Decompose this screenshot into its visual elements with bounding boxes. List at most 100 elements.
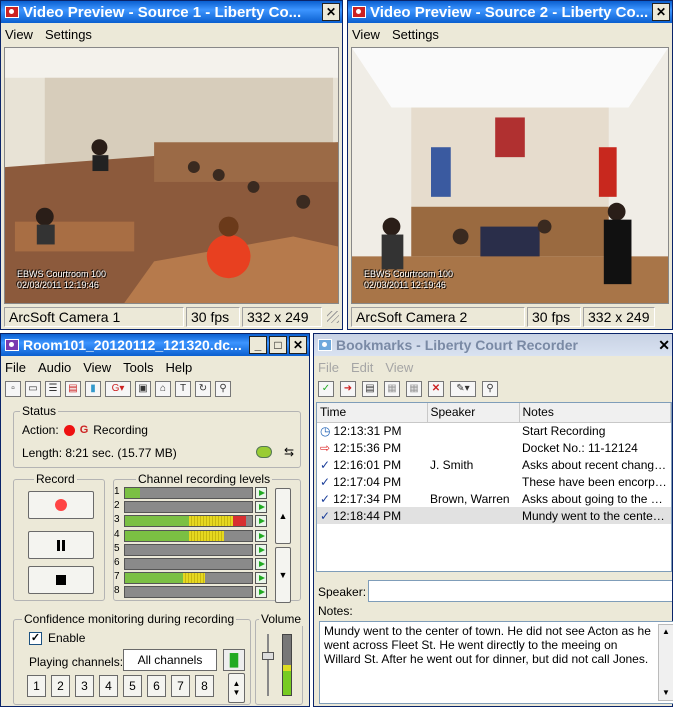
edit-pen-icon[interactable]: ✎▾ [450, 381, 476, 397]
channel-button-8[interactable]: 8 [195, 675, 214, 697]
playing-channels-select[interactable]: All channels [123, 649, 217, 671]
table-header: Time Speaker Notes [317, 403, 671, 423]
enable-checkbox[interactable]: ✓ [29, 631, 42, 645]
table-row[interactable]: ✓ 12:17:34 PM Brown, Warren Asks about goin… [317, 490, 671, 507]
open-folder-icon[interactable]: ▭ [25, 381, 41, 397]
channel-button-4[interactable]: 4 [99, 675, 118, 697]
menu-settings[interactable]: Settings [392, 27, 439, 42]
menu-file[interactable]: File [318, 360, 339, 375]
channel-button-6[interactable]: 6 [147, 675, 166, 697]
source-2-titlebar[interactable]: Video Preview - Source 2 - Liberty Co...… [348, 1, 672, 23]
channel-meter-icon[interactable]: ▐▌ [223, 649, 245, 671]
channel-button-7[interactable]: 7 [171, 675, 190, 697]
menu-view[interactable]: View [83, 360, 111, 375]
menu-view[interactable]: View [352, 27, 380, 42]
network-icon[interactable]: ⌂ [155, 381, 171, 397]
source-2-close-button[interactable]: ✕ [652, 3, 670, 21]
menu-audio[interactable]: Audio [38, 360, 71, 375]
find-icon[interactable]: ⚲ [482, 381, 498, 397]
menu-edit[interactable]: Edit [351, 360, 373, 375]
channel-button-2[interactable]: 2 [51, 675, 70, 697]
channel-button-5[interactable]: 5 [123, 675, 142, 697]
insert-bookmark-icon[interactable]: ➜ [340, 381, 356, 397]
action-label: Action: [22, 423, 59, 437]
properties-icon[interactable]: ☰ [45, 381, 61, 397]
level-fill [232, 516, 246, 527]
stop-button[interactable] [28, 566, 94, 594]
arrow-icon: ⇨ [320, 440, 331, 455]
check-icon: ✓ [320, 508, 331, 523]
bookmark-icon[interactable]: ▮ [85, 381, 101, 397]
level-bar [124, 586, 253, 599]
notes-textarea[interactable]: Mundy went to the center of town. He did… [319, 621, 673, 704]
volume-slider[interactable] [262, 634, 274, 696]
table-row[interactable]: ✓ 12:16:01 PM J. Smith Asks about recent ch… [317, 456, 671, 473]
resize-grip-icon[interactable] [327, 311, 339, 323]
menu-view[interactable]: View [5, 27, 33, 42]
play-channel-icon[interactable] [255, 515, 267, 528]
scroll-down-button[interactable]: ▼ [275, 547, 291, 603]
scroll-up-button[interactable]: ▲ [275, 488, 291, 544]
play-channel-icon[interactable] [255, 501, 267, 514]
record-status-icon: G [79, 424, 89, 436]
record-button[interactable] [28, 491, 94, 519]
maximize-button[interactable]: □ [269, 336, 287, 354]
play-channel-icon[interactable] [255, 558, 267, 570]
table-row[interactable]: ✓ 12:17:04 PM These have been encorpo... [317, 473, 671, 490]
table-row[interactable]: ⇨ 12:15:36 PM Docket No.: 11-12124 [317, 439, 671, 456]
menu-help[interactable]: Help [166, 360, 193, 375]
level-fill [183, 573, 205, 584]
bookmarks-titlebar[interactable]: Bookmarks - Liberty Court Recorder ✕ [314, 334, 672, 356]
play-channel-icon[interactable] [255, 572, 267, 585]
notes-scrollbar[interactable]: ▲ ▼ [658, 624, 673, 701]
monitor-icon[interactable]: ▣ [135, 381, 151, 397]
play-channel-icon[interactable] [255, 586, 267, 599]
sync-icon[interactable] [256, 446, 272, 458]
copy-icon[interactable]: ▤ [362, 381, 378, 397]
pause-button[interactable] [28, 531, 94, 559]
source-1-close-button[interactable]: ✕ [322, 3, 340, 21]
export-icon[interactable]: ▦ [406, 381, 422, 397]
column-time[interactable]: Time [317, 403, 428, 423]
video-overlay-2: EBWS Courtroom 100 02/03/2011 12:19:46 [364, 269, 453, 291]
add-bookmark-icon[interactable]: ✓ [318, 381, 334, 397]
bookmarks-close-button[interactable]: ✕ [658, 337, 670, 354]
column-notes[interactable]: Notes [519, 403, 671, 423]
time-text: 12:17:04 PM [333, 474, 402, 489]
menu-tools[interactable]: Tools [123, 360, 153, 375]
refresh-icon[interactable]: ↻ [195, 381, 211, 397]
play-channel-icon[interactable] [255, 543, 267, 556]
search-icon[interactable]: ⚲ [215, 381, 231, 397]
speaker-cell [427, 507, 519, 524]
scroll-up-arrow-icon[interactable]: ▲ [659, 625, 673, 639]
delete-icon[interactable]: ✕ [428, 381, 444, 397]
play-channel-icon[interactable] [255, 529, 267, 542]
channel-button-1[interactable]: 1 [27, 675, 46, 697]
import-icon[interactable]: ▦ [384, 381, 400, 397]
menu-file[interactable]: File [5, 360, 26, 375]
play-channel-icon[interactable] [255, 487, 267, 499]
channel-meter-1: 1 [114, 486, 267, 499]
text-icon[interactable]: T [175, 381, 191, 397]
source-1-titlebar[interactable]: Video Preview - Source 1 - Liberty Co...… [1, 1, 342, 23]
bookmarks-list[interactable]: Time Speaker Notes ◷ 12:13:31 PM Start Rec… [316, 402, 672, 572]
speaker-input[interactable] [368, 580, 672, 602]
new-file-icon[interactable]: ▫ [5, 381, 21, 397]
spin-control[interactable]: ▲ ▼ [228, 673, 245, 703]
column-speaker[interactable]: Speaker [427, 403, 520, 423]
recorder-close-button[interactable]: ✕ [289, 336, 307, 354]
channel-number: 8 [114, 585, 120, 597]
scroll-down-arrow-icon[interactable]: ▼ [659, 686, 673, 700]
minimize-button[interactable]: _ [249, 336, 267, 354]
speaker-arrow-icon[interactable]: ⇆ [284, 445, 294, 459]
notes-icon[interactable]: ▤ [65, 381, 81, 397]
table-row[interactable]: ✓ 12:18:44 PM Mundy went to the center of.… [317, 507, 671, 524]
table-row[interactable]: ◷ 12:13:31 PM Start Recording [317, 422, 671, 439]
volume-slider-thumb[interactable] [262, 652, 274, 660]
menu-settings[interactable]: Settings [45, 27, 92, 42]
speaker-cell [427, 473, 519, 490]
menu-view[interactable]: View [385, 360, 413, 375]
channel-button-3[interactable]: 3 [75, 675, 94, 697]
recorder-titlebar[interactable]: Room101_20120112_121320.dc... _ □ ✕ [1, 334, 309, 356]
record-icon[interactable]: G▾ [105, 381, 131, 397]
